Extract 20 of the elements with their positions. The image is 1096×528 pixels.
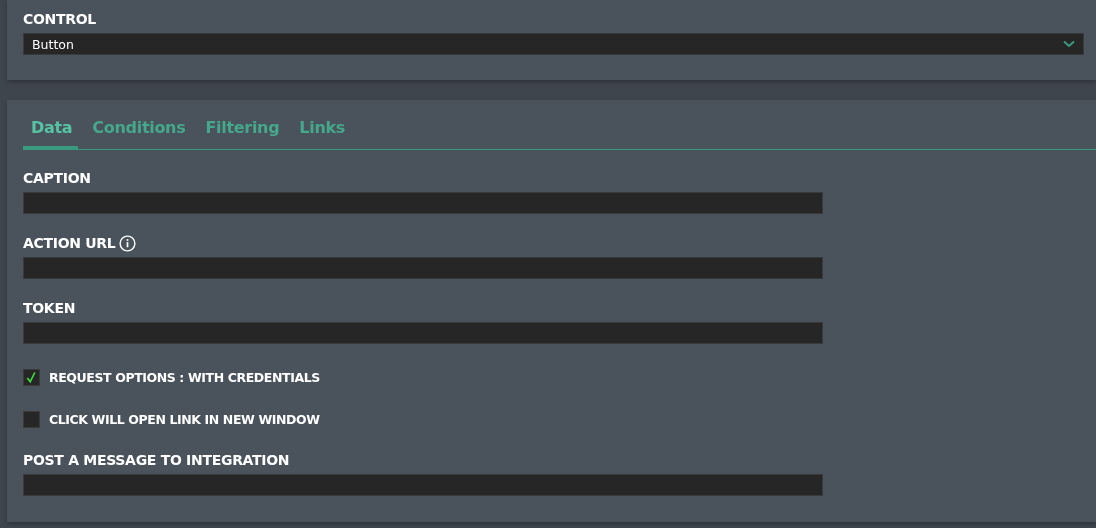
tab[interactable]: Filtering bbox=[197, 116, 286, 146]
checkbox-label: REQUEST OPTIONS : WITH CREDENTIALS bbox=[49, 369, 320, 385]
field-label: CAPTION bbox=[23, 169, 91, 187]
checkbox[interactable] bbox=[23, 410, 40, 428]
field-label: CONTROL bbox=[23, 10, 97, 28]
tab[interactable]: Links bbox=[291, 116, 352, 146]
checkbox-label: CLICK WILL OPEN LINK IN NEW WINDOW bbox=[49, 411, 320, 427]
input-field[interactable] bbox=[23, 474, 823, 496]
info-icon[interactable] bbox=[119, 234, 137, 252]
checkbox[interactable] bbox=[23, 368, 40, 386]
caret-icon bbox=[1063, 40, 1075, 48]
field-label: TOKEN bbox=[23, 299, 76, 317]
input-field[interactable] bbox=[23, 192, 823, 214]
field-label: POST A MESSAGE TO INTEGRATION bbox=[23, 451, 290, 469]
input-field[interactable] bbox=[23, 322, 823, 344]
field-label: ACTION URL bbox=[23, 234, 116, 252]
tab[interactable]: Data bbox=[23, 116, 79, 149]
control-dropdown[interactable]: Button bbox=[23, 33, 1084, 55]
input-field[interactable] bbox=[23, 257, 823, 279]
tab[interactable]: Conditions bbox=[84, 116, 192, 146]
